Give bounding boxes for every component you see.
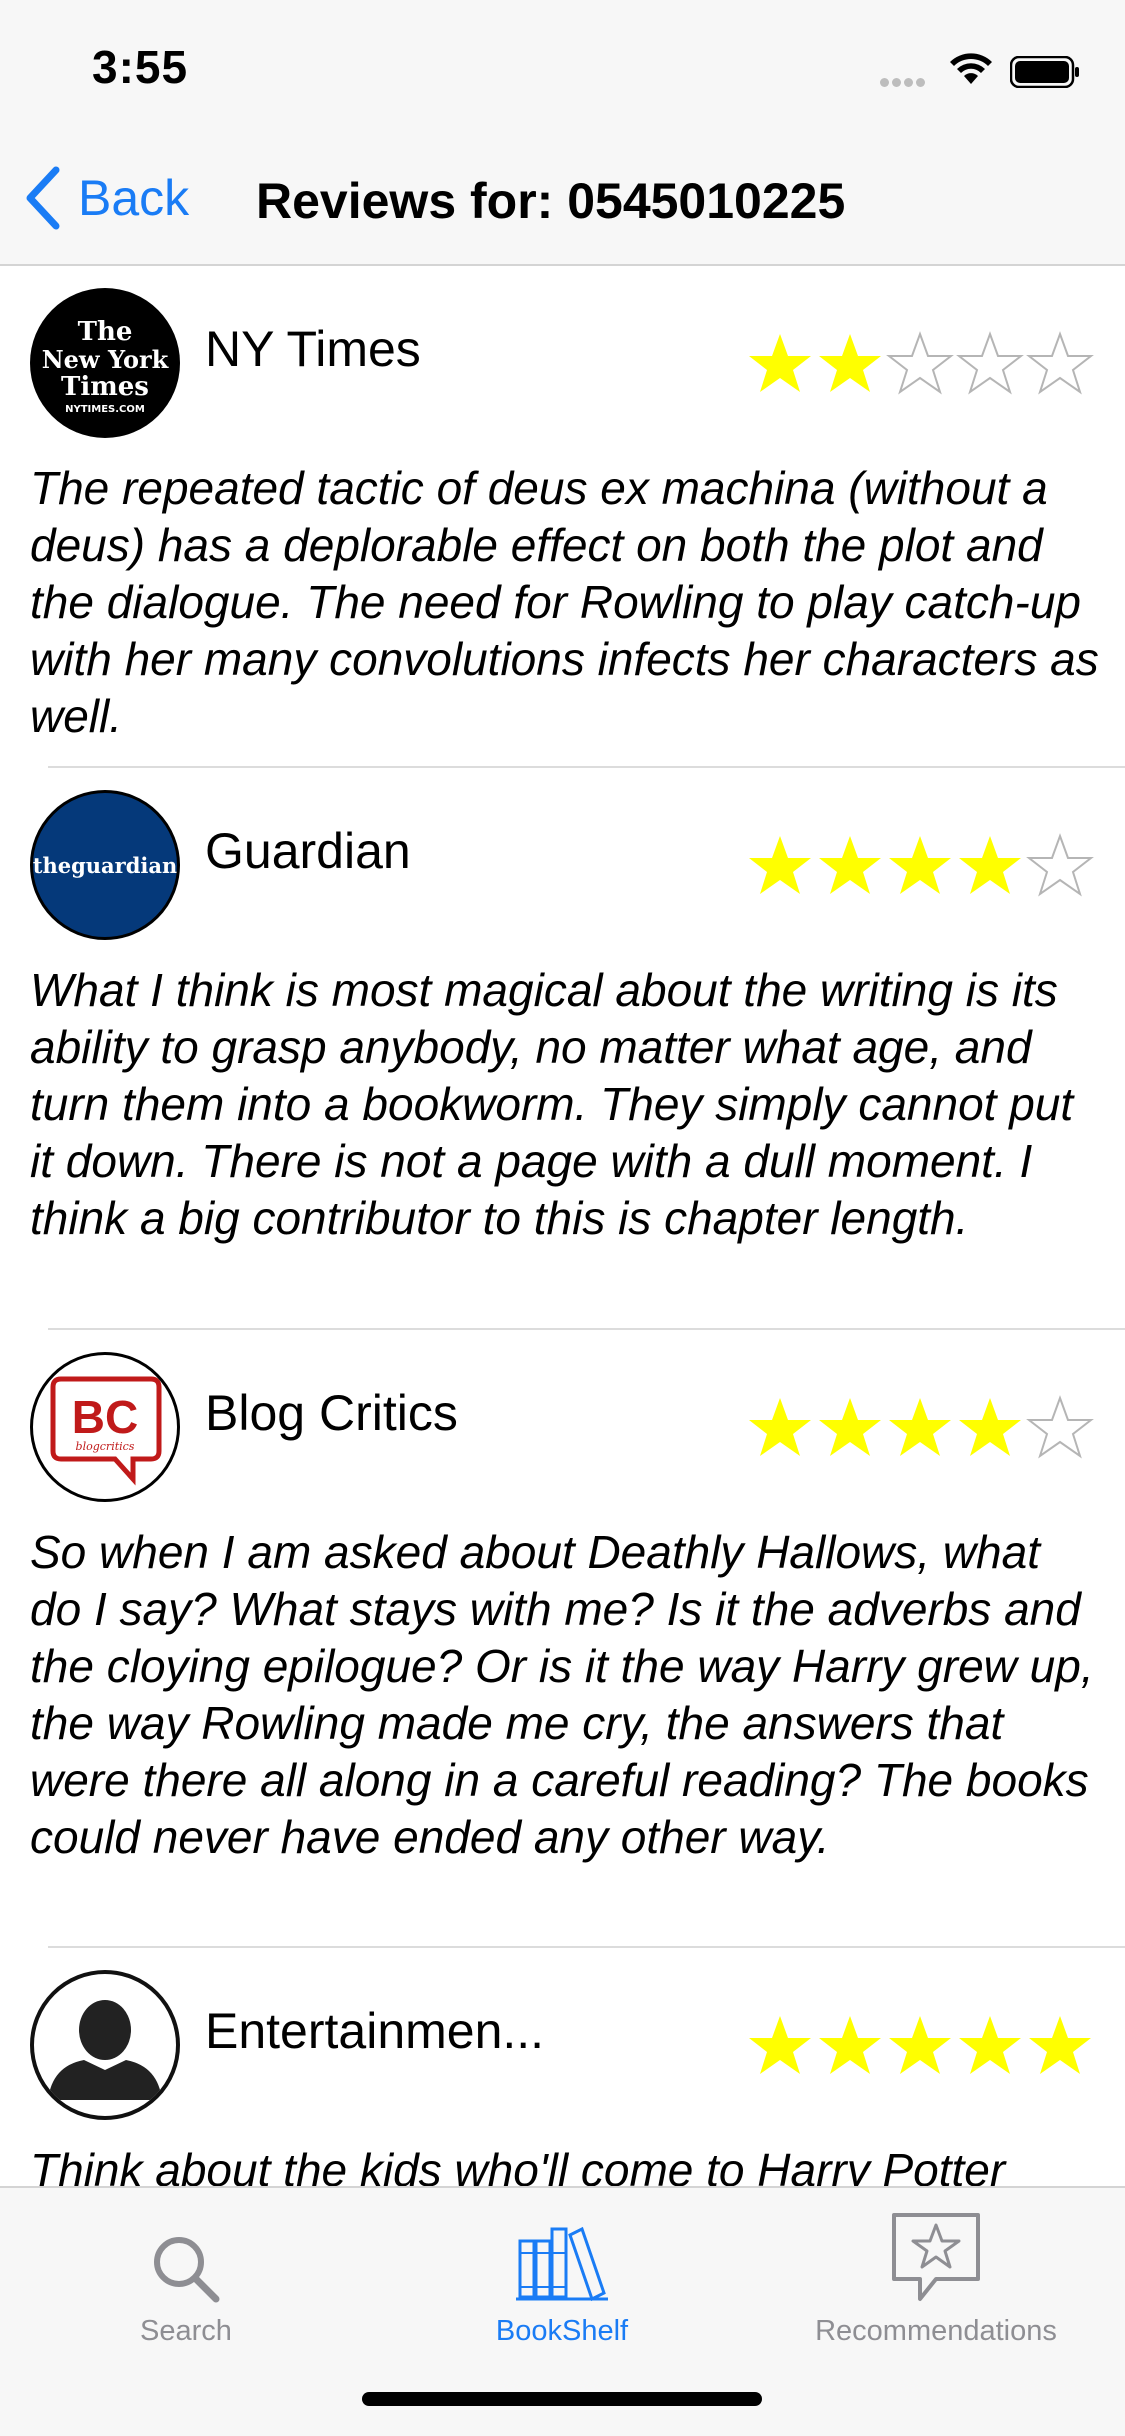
star-empty-icon [956,331,1024,395]
home-indicator[interactable] [362,2392,762,2406]
tab-label: Recommendations [815,2315,1057,2347]
star-rating [745,832,1095,898]
battery-icon [1010,56,1079,88]
star-filled-icon [819,836,881,894]
navigation-bar: Back Reviews for: 0545010225 [0,132,1125,266]
star-filled-icon [819,334,881,392]
star-empty-icon [886,331,954,395]
chevron-left-icon [26,166,60,230]
star-filled-icon [889,836,951,894]
star-filled-icon [1029,2016,1091,2074]
star-filled-icon [749,334,811,392]
reviewer-name: Guardian [205,823,411,879]
separator [48,1328,1125,1330]
nytimes-logo: The New York Times NYTIMES.COM [30,288,180,438]
person-avatar-icon [30,1970,180,2120]
back-button[interactable]: Back [24,166,189,230]
tab-label: BookShelf [495,2315,629,2347]
reviewer-name: Entertainmen... [205,2003,545,2059]
tab-search[interactable]: Search [76,2188,296,2348]
svg-text:NYTIMES.COM: NYTIMES.COM [65,404,145,415]
blogcritics-logo: BC blogcritics [30,1352,180,1502]
status-bar: 3:55 [0,0,1125,132]
bookshelf-icon [516,2226,608,2302]
cellular-signal-icon [880,74,932,87]
wifi-icon [950,53,992,84]
search-icon [154,2237,220,2303]
svg-text:Times: Times [61,372,149,402]
star-filled-icon [749,2016,811,2074]
recommendations-icon [892,2213,980,2301]
tab-bookshelf[interactable]: BookShelf [452,2188,672,2348]
page-title: Reviews for: 0545010225 [256,173,846,229]
review-list[interactable]: The New York Times NYTIMES.COM NY Times … [0,266,1125,2186]
star-filled-icon [959,836,1021,894]
svg-text:blogcritics: blogcritics [76,1440,135,1453]
star-filled-icon [959,1398,1021,1456]
tab-recommendations[interactable]: Recommendations [786,2188,1086,2348]
review-text: Think about the kids who'll come to Harr… [30,2144,1006,2186]
star-filled-icon [749,836,811,894]
svg-text:New York: New York [42,345,170,374]
guardian-logo: theguardian [30,790,180,940]
star-filled-icon [819,1398,881,1456]
star-filled-icon [889,2016,951,2074]
star-rating [745,2012,1095,2078]
star-rating [745,1394,1095,1460]
star-rating [745,330,1095,396]
separator [48,1946,1125,1948]
star-empty-icon [1026,1395,1094,1459]
svg-text:The: The [78,317,133,347]
star-filled-icon [819,2016,881,2074]
separator [48,766,1125,768]
svg-text:BC: BC [72,1391,138,1443]
svg-text:theguardian: theguardian [33,853,177,878]
review-text: The repeated tactic of deus ex machina (… [30,462,1099,742]
reviewer-name: NY Times [205,321,421,377]
back-label: Back [78,170,190,226]
star-empty-icon [1026,833,1094,897]
review-text: What I think is most magical about the w… [30,964,1074,1244]
star-filled-icon [959,2016,1021,2074]
status-time: 3:55 [92,41,189,93]
star-filled-icon [749,1398,811,1456]
reviewer-name: Blog Critics [205,1385,458,1441]
review-text: So when I am asked about Deathly Hallows… [30,1526,1094,1863]
star-filled-icon [889,1398,951,1456]
star-empty-icon [1026,331,1094,395]
tab-label: Search [140,2315,232,2347]
